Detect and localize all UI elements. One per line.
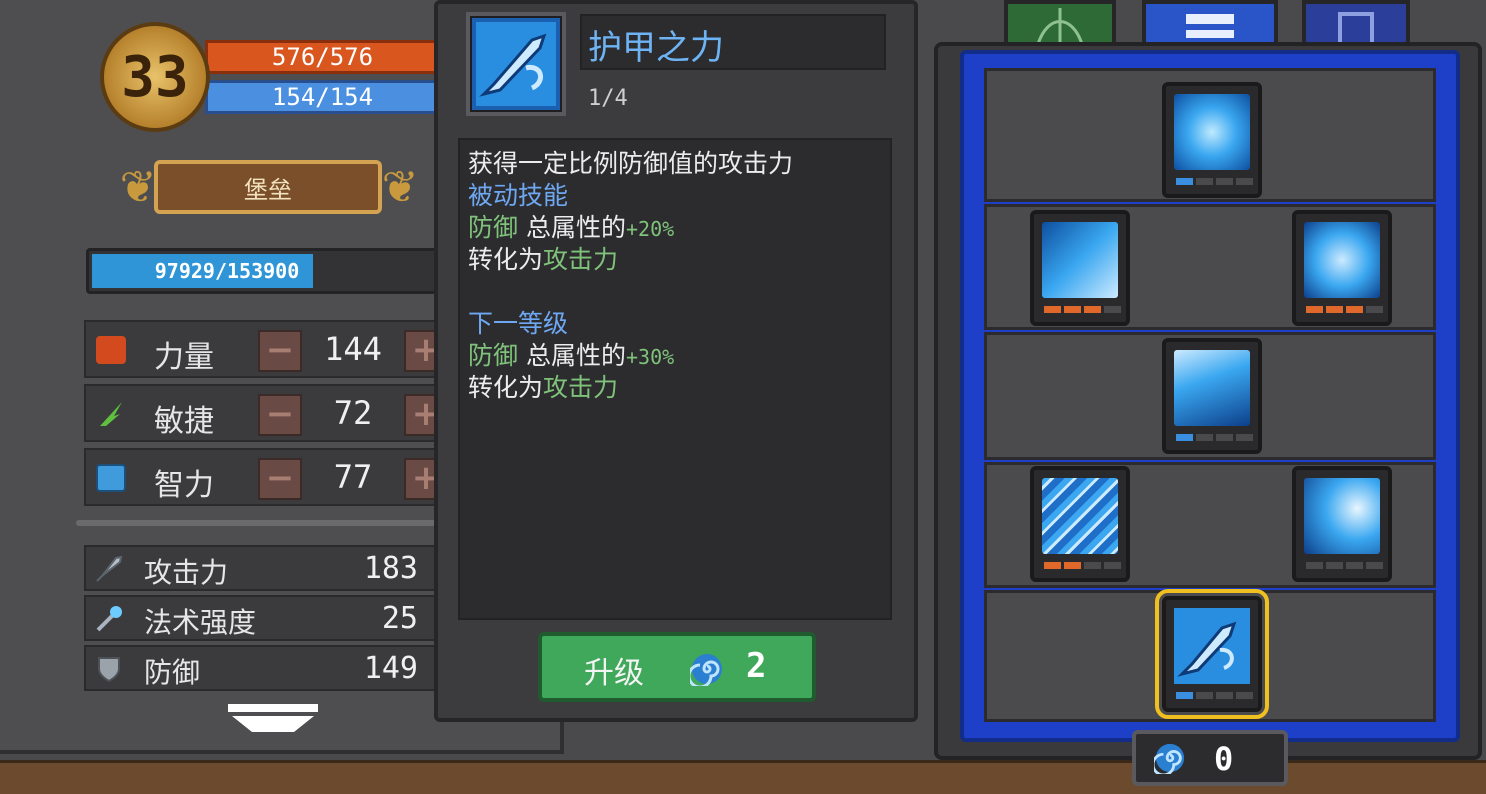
attribute-row-strength: 力量 − 144 +: [84, 320, 448, 378]
skill-node-lightning-shield[interactable]: [1162, 338, 1262, 454]
skill-description: 获得一定比例防御值的攻击力: [468, 149, 794, 178]
skill-points-value: 0: [1214, 740, 1234, 778]
stat-row-spell-power: 法术强度 25: [84, 595, 440, 641]
fist-icon: [96, 336, 126, 364]
stat-value: 25: [381, 601, 418, 636]
next-stat: 防御: [468, 341, 519, 370]
current-stat: 防御: [468, 213, 519, 242]
current-convert: 转化为: [468, 245, 544, 274]
character-title: 堡垒: [154, 160, 382, 214]
ice-rain-icon: [1042, 478, 1118, 554]
armor-sword-icon: [1174, 608, 1250, 684]
mp-bar: 154/154: [205, 80, 440, 114]
attribute-label: 力量: [154, 340, 214, 375]
attribute-value: 144: [324, 330, 382, 368]
stat-row-attack: 攻击力 183: [84, 545, 440, 591]
skill-node-frost-burst[interactable]: [1292, 466, 1392, 582]
stats-divider: [76, 520, 446, 526]
skill-node-ice-rain[interactable]: [1030, 466, 1130, 582]
energy-ring-icon: [1174, 94, 1250, 170]
expand-arrow-icon[interactable]: [228, 702, 318, 734]
shield-bash-icon: [1042, 222, 1118, 298]
next-convert: 转化为: [468, 373, 544, 402]
skill-node-shield-bash[interactable]: [1030, 210, 1130, 326]
bow-icon: [1036, 8, 1084, 45]
tab-tower[interactable]: [1302, 0, 1410, 46]
skill-name: 护甲之力: [588, 28, 724, 68]
skill-node-energy-shield[interactable]: [1162, 82, 1262, 198]
spiral-point-icon: [687, 652, 724, 690]
upgrade-label: 升级: [584, 656, 644, 691]
skill-progress-pips: [1176, 434, 1253, 441]
skill-progress-pips: [1044, 562, 1121, 569]
current-effect-line2: 转化为攻击力: [468, 244, 618, 276]
tower-icon: [1338, 12, 1374, 46]
stat-value: 183: [363, 551, 418, 586]
next-level-header: 下一等级: [468, 309, 569, 338]
intelligence-minus-button[interactable]: −: [258, 458, 302, 500]
shield-icon: [94, 654, 124, 684]
skill-level: 1/4: [588, 86, 628, 111]
experience-text: 97929/153900: [154, 259, 300, 283]
attribute-value: 77: [333, 458, 373, 496]
attribute-value: 72: [333, 394, 373, 432]
skill-progress-pips: [1306, 306, 1383, 313]
level-badge: 33: [100, 22, 210, 132]
next-effect-line2: 转化为攻击力: [468, 372, 618, 404]
next-effect-line1: 防御 总属性的+30%: [468, 340, 674, 373]
attribute-label: 敏捷: [154, 404, 214, 439]
stat-label: 防御: [144, 656, 201, 689]
upgrade-cost: 2: [746, 646, 767, 686]
skill-type: 被动技能: [468, 181, 569, 210]
laurel-right-icon: ❦: [381, 162, 419, 213]
hp-bar: 576/576: [205, 40, 440, 74]
next-target: 攻击力: [543, 373, 619, 402]
title-plate: ❦ 堡垒 ❦: [118, 152, 418, 224]
skill-progress-pips: [1176, 178, 1253, 185]
attribute-row-agility: 敏捷 − 72 +: [84, 384, 448, 442]
skill-node-armor-strength[interactable]: [1155, 589, 1269, 719]
next-mid: 总属性的: [525, 341, 626, 370]
sword-icon: [94, 554, 124, 584]
attribute-row-intelligence: 智力 − 77 +: [84, 448, 448, 506]
skill-node-rune-armor[interactable]: [1292, 210, 1392, 326]
skill-progress-pips: [1306, 562, 1383, 569]
next-percent: +30%: [625, 345, 675, 369]
book-icon: [96, 464, 126, 492]
frost-burst-icon: [1304, 478, 1380, 554]
feather-icon: [96, 400, 126, 428]
current-percent: +20%: [625, 217, 675, 241]
attribute-label: 智力: [154, 468, 214, 503]
spiral-point-icon: [1151, 742, 1186, 778]
stat-label: 法术强度: [144, 606, 257, 639]
tab-bow[interactable]: [1004, 0, 1116, 46]
strength-minus-button[interactable]: −: [258, 330, 302, 372]
stat-row-defense: 防御 149: [84, 645, 440, 691]
agility-minus-button[interactable]: −: [258, 394, 302, 436]
laurel-left-icon: ❦: [119, 162, 157, 213]
upgrade-button[interactable]: [538, 632, 816, 702]
current-mid: 总属性的: [525, 213, 626, 242]
stat-value: 149: [363, 651, 418, 686]
current-effect-line1: 防御 总属性的+20%: [468, 212, 674, 245]
wand-icon: [94, 604, 124, 634]
skill-progress-pips: [1176, 692, 1253, 699]
rune-diamond-icon: [1304, 222, 1380, 298]
skill-progress-pips: [1044, 306, 1121, 313]
lightning-shield-icon: [1174, 350, 1250, 426]
skill-icon-large: [466, 12, 566, 116]
stat-label: 攻击力: [144, 556, 229, 589]
current-target: 攻击力: [543, 245, 619, 274]
